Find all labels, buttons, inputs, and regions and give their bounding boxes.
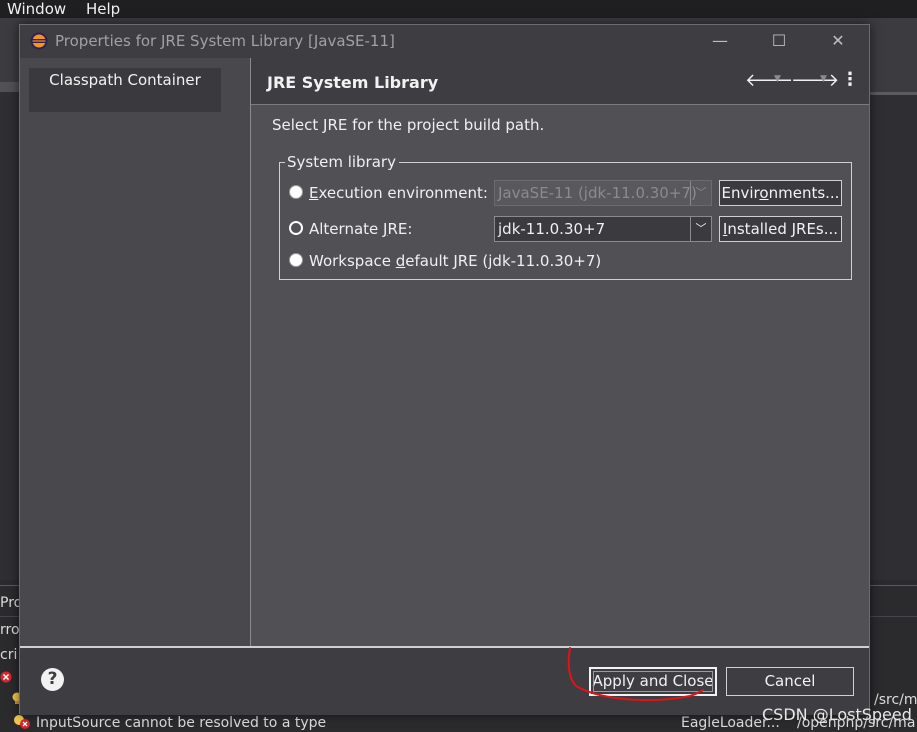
eclipse-icon [30, 32, 48, 50]
close-icon: ✕ [831, 31, 845, 50]
row-fragment: rro [0, 622, 20, 638]
page-header: JRE System Library 🡐 ▼ 🡒 ▼ ⋮ [251, 58, 869, 105]
back-dropdown-icon[interactable]: ▼ [774, 74, 781, 84]
quickfix-error-icon [14, 715, 30, 729]
system-library-group: System library Execution environment: Ja… [279, 153, 852, 280]
minimize-button[interactable]: — [697, 25, 743, 58]
watermark: CSDN @LostSpeed [762, 705, 912, 724]
page-title: JRE System Library [267, 73, 439, 92]
dialog-titlebar[interactable]: Properties for JRE System Library [JavaS… [20, 25, 869, 58]
menu-help[interactable]: Help [79, 1, 128, 17]
dialog-title: Properties for JRE System Library [JavaS… [55, 32, 395, 50]
view-menu-icon[interactable]: ⋮ [841, 69, 859, 90]
row-fragment: cri [0, 647, 18, 663]
property-page-tree: Classpath Container [20, 58, 251, 646]
red-underline-annotation [567, 647, 704, 702]
error-icon [0, 671, 12, 683]
maximize-button[interactable]: ☐ [756, 25, 802, 58]
menubar: Window Help [0, 0, 917, 18]
ide-right-strip [866, 52, 917, 95]
minimize-icon: — [712, 31, 728, 50]
radio-button[interactable] [289, 185, 303, 199]
tree-item-classpath-container[interactable]: Classpath Container [29, 68, 221, 112]
forward-arrow-icon[interactable]: 🡒 [791, 70, 839, 91]
group-label: System library [285, 153, 399, 171]
back-arrow-icon[interactable]: 🡐 [745, 70, 793, 91]
radio-button[interactable] [289, 253, 303, 267]
menu-window[interactable]: Window [0, 1, 74, 17]
chevron-down-icon[interactable]: ﹀ [690, 217, 711, 241]
help-icon[interactable]: ? [41, 668, 64, 691]
forward-dropdown-icon[interactable]: ▼ [820, 74, 827, 84]
alternate-jre-select[interactable]: jdk-11.0.30+7 ﹀ [494, 216, 712, 242]
radio-button[interactable] [289, 221, 303, 235]
cancel-button[interactable]: Cancel [726, 667, 854, 696]
error-message: InputSource cannot be resolved to a type [36, 715, 327, 731]
dialog-footer: ? Apply and Close Cancel [20, 646, 869, 715]
maximize-icon: ☐ [771, 31, 787, 50]
chevron-down-icon: ﹀ [690, 181, 711, 205]
radio-alternate-jre[interactable]: Alternate JRE: [289, 220, 412, 238]
property-page: JRE System Library 🡐 ▼ 🡒 ▼ ⋮ Select JRE … [251, 58, 869, 646]
radio-workspace-default[interactable]: Workspace default JRE (jdk-11.0.30+7) [289, 252, 601, 270]
radio-execution-environment[interactable]: Execution environment: [289, 184, 488, 202]
page-description: Select JRE for the project build path. [272, 116, 545, 134]
environments-button[interactable]: Environments... [719, 180, 842, 206]
execution-environment-select: JavaSE-11 (jdk-11.0.30+7) ﹀ [494, 180, 712, 206]
properties-dialog: Properties for JRE System Library [JavaS… [19, 24, 870, 715]
installed-jres-button[interactable]: Installed JREs... [719, 216, 842, 242]
close-button[interactable]: ✕ [815, 25, 861, 58]
